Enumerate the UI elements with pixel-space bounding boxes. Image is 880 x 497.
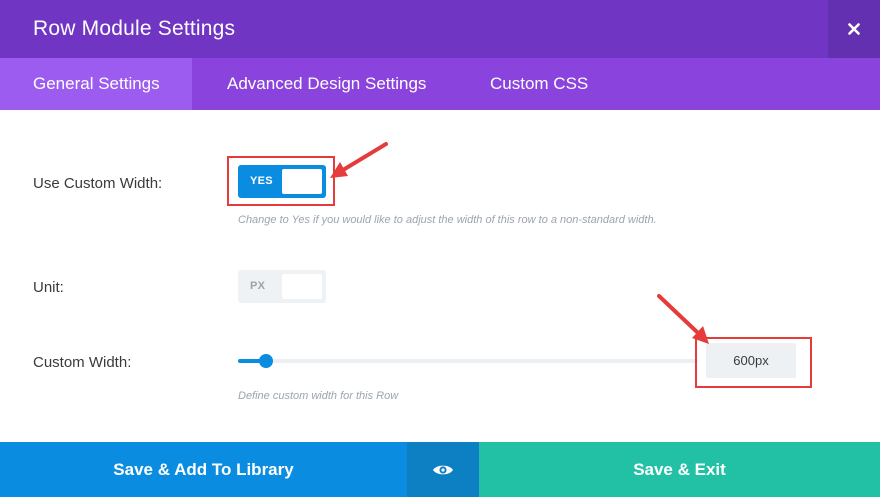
modal-footer: Save & Add To Library Save & Exit bbox=[0, 442, 880, 497]
save-add-to-library-button[interactable]: Save & Add To Library bbox=[0, 442, 407, 497]
tab-advanced-design-settings[interactable]: Advanced Design Settings bbox=[227, 58, 426, 110]
preview-button[interactable] bbox=[407, 442, 479, 497]
modal-title: Row Module Settings bbox=[33, 17, 236, 40]
toggle-knob bbox=[282, 274, 322, 299]
unit-label: Unit: bbox=[33, 279, 64, 296]
tab-general-settings[interactable]: General Settings bbox=[0, 58, 192, 110]
custom-width-input[interactable] bbox=[706, 343, 796, 378]
toggle-knob bbox=[282, 169, 322, 194]
use-custom-width-description: Change to Yes if you would like to adjus… bbox=[238, 214, 657, 226]
settings-tabs: General Settings Advanced Design Setting… bbox=[0, 58, 880, 110]
eye-icon bbox=[433, 465, 453, 474]
close-icon bbox=[848, 23, 860, 35]
close-button[interactable] bbox=[828, 0, 880, 58]
custom-width-label: Custom Width: bbox=[33, 354, 132, 371]
unit-toggle[interactable]: PX bbox=[238, 270, 326, 303]
use-custom-width-label: Use Custom Width: bbox=[33, 175, 163, 192]
modal-header: Row Module Settings bbox=[0, 0, 880, 58]
save-exit-button[interactable]: Save & Exit bbox=[479, 442, 880, 497]
toggle-state-text: YES bbox=[250, 175, 273, 187]
slider-handle[interactable] bbox=[258, 354, 273, 368]
unit-state-text: PX bbox=[250, 280, 266, 292]
tab-custom-css[interactable]: Custom CSS bbox=[490, 58, 588, 110]
custom-width-description: Define custom width for this Row bbox=[238, 390, 399, 402]
annotation-arrow-width-input bbox=[657, 294, 709, 344]
custom-width-slider[interactable] bbox=[238, 354, 698, 368]
use-custom-width-toggle[interactable]: YES bbox=[238, 165, 326, 198]
annotation-arrow-toggle bbox=[330, 142, 388, 178]
